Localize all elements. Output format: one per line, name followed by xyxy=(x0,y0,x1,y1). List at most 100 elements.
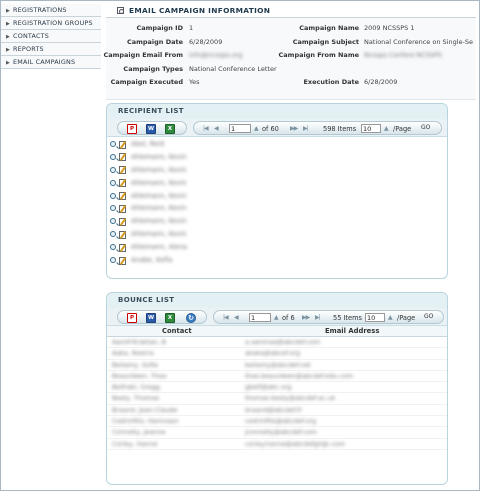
pdf-export-icon[interactable]: P xyxy=(127,124,137,134)
page-spinner-icon[interactable]: ▲ xyxy=(254,125,259,132)
view-icon[interactable] xyxy=(110,192,116,199)
recipient-list-panel: RECIPIENT LIST P W X |◀ ◀ 1 ▲ of 60 ▶▶ ▶… xyxy=(106,103,448,279)
prev-page-icon[interactable]: ◀ xyxy=(234,314,239,321)
view-icon[interactable] xyxy=(110,231,116,238)
list-item: Ahlemann, Kevin xyxy=(107,164,447,177)
recipient-name: Ahlemann, Kevin xyxy=(131,152,187,161)
edit-icon[interactable] xyxy=(119,243,126,252)
first-page-icon[interactable]: |◀ xyxy=(223,314,229,321)
contact-cell: Braand, Jean-Claude xyxy=(112,405,178,414)
edit-icon[interactable] xyxy=(119,140,126,149)
page-size-spinner-icon[interactable]: ▲ xyxy=(384,125,389,132)
sidebar-item-registration-groups[interactable]: ▶ REGISTRATION GROUPS xyxy=(1,17,101,30)
first-page-icon[interactable]: |◀ xyxy=(203,125,209,132)
recipient-name: Ahlemann, Alena xyxy=(131,243,188,252)
campaign-subject-value: National Conference on Single-Se xyxy=(364,37,473,46)
contact-cell: Cedrinfilis, Hamnaan xyxy=(112,417,179,426)
excel-export-icon[interactable]: X xyxy=(165,124,175,134)
page-number-input[interactable]: 1 xyxy=(249,313,271,322)
chevron-right-icon: ▶ xyxy=(6,21,11,27)
execution-date-label: Execution Date xyxy=(303,78,359,86)
chevron-right-icon: ▶ xyxy=(6,47,11,53)
pager: |◀ ◀ 1 ▲ of 60 ▶▶ ▶| 598 Items 10 ▲ /Pag… xyxy=(193,121,442,135)
page-size-input[interactable]: 10 xyxy=(361,124,381,133)
list-item: Anabe, Kofia xyxy=(107,254,447,267)
view-icon[interactable] xyxy=(110,179,116,186)
sidebar-item-label: EMAIL CAMPAIGNS xyxy=(13,58,76,66)
export-group: P W X ↻ xyxy=(117,310,207,324)
campaign-id-label: Campaign ID xyxy=(136,24,183,32)
sidebar-item-contacts[interactable]: ▶ CONTACTS xyxy=(1,30,101,43)
page-size-spinner-icon[interactable]: ▲ xyxy=(388,314,393,321)
next-page-icon[interactable]: ▶▶ xyxy=(302,314,310,321)
pdf-export-icon[interactable]: P xyxy=(127,313,137,323)
edit-icon[interactable] xyxy=(119,256,126,265)
prev-page-icon[interactable]: ◀ xyxy=(214,125,219,132)
sidebar-item-label: REGISTRATIONS xyxy=(13,6,67,14)
sidebar-item-registrations[interactable]: ▶ REGISTRATIONS xyxy=(1,4,101,17)
go-button[interactable]: GO xyxy=(418,123,433,133)
table-row: Beaurdeen, Thao thao.beaurdeen@abcdef.edu… xyxy=(107,371,447,383)
recipient-name: Ahlemann, Kevin xyxy=(131,178,187,187)
view-icon[interactable] xyxy=(110,166,116,173)
bounce-rows: Aarolf-Kraktan, B a.aaronaa@abcdef.com Aa… xyxy=(107,337,447,450)
campaign-executed-label: Campaign Executed xyxy=(110,78,183,86)
edit-icon[interactable] xyxy=(119,179,126,188)
sidebar-item-label: REPORTS xyxy=(13,45,44,53)
info-row: Campaign Date 6/28/2009 Campaign Subject… xyxy=(106,36,476,50)
recipient-rows: Abel, Reid Ahlemann, Kevin Ahlemann, Kev… xyxy=(107,137,447,267)
recipient-name: Abel, Reid xyxy=(131,140,165,148)
recipient-list-title: RECIPIENT LIST xyxy=(107,104,447,119)
sidebar-item-reports[interactable]: ▶ REPORTS xyxy=(1,43,101,56)
excel-export-icon[interactable]: X xyxy=(165,313,175,323)
edit-icon[interactable] xyxy=(119,192,126,201)
recipient-name: Ahlemann, Kevin xyxy=(131,230,187,239)
last-page-icon[interactable]: ▶| xyxy=(303,125,309,132)
edit-icon[interactable] xyxy=(119,217,126,226)
recipient-name: Ahlemann, Kevin xyxy=(131,204,187,213)
contact-cell: Aarolf-Kraktan, B xyxy=(112,338,167,346)
edit-icon[interactable] xyxy=(119,204,126,213)
word-export-icon[interactable]: W xyxy=(146,313,156,323)
recipient-list-toolbar: P W X |◀ ◀ 1 ▲ of 60 ▶▶ ▶| 598 Items 10 … xyxy=(107,119,447,137)
go-button[interactable]: GO xyxy=(421,312,436,322)
last-page-icon[interactable]: ▶| xyxy=(315,314,321,321)
refresh-icon[interactable]: ↻ xyxy=(186,313,196,323)
view-icon[interactable] xyxy=(110,205,116,212)
main-content: EMAIL CAMPAIGN INFORMATION Campaign ID 1… xyxy=(103,4,476,485)
campaign-from-name-value: Ncssps Confere NCSSPS xyxy=(364,51,443,59)
page-number-input[interactable]: 1 xyxy=(229,124,251,133)
view-icon[interactable] xyxy=(110,141,116,147)
column-header-contact[interactable]: Contact xyxy=(162,326,192,337)
edit-icon[interactable] xyxy=(119,230,126,239)
edit-icon[interactable] xyxy=(119,166,126,175)
next-page-icon[interactable]: ▶▶ xyxy=(290,125,298,132)
info-row: Campaign ID 1 Campaign Name 2009 NCSSPS … xyxy=(106,22,476,36)
column-header-email[interactable]: Email Address xyxy=(325,326,379,337)
edit-icon[interactable] xyxy=(119,153,126,162)
list-item: Ahlemann, Alena xyxy=(107,241,447,254)
table-row: Bellamy, Sofia bellamy@abcdef.net xyxy=(107,360,447,371)
page-size-input[interactable]: 10 xyxy=(365,313,385,322)
view-icon[interactable] xyxy=(110,153,116,160)
table-row: Aarolf-Kraktan, B a.aaronaa@abcdef.com xyxy=(107,337,447,349)
page-spinner-icon[interactable]: ▲ xyxy=(274,314,279,321)
contact-cell: Connelly, Jeanne xyxy=(112,428,166,437)
sidebar-item-email-campaigns[interactable]: ▶ EMAIL CAMPAIGNS xyxy=(1,56,101,69)
campaign-name-label: Campaign Name xyxy=(299,24,359,32)
sidebar: ▶ REGISTRATIONS ▶ REGISTRATION GROUPS ▶ CON… xyxy=(1,4,101,69)
campaign-executed-value: Yes xyxy=(189,78,200,86)
recipient-name: Ahlemann, Kevin xyxy=(131,191,187,200)
email-cell: gbelf@abc.org xyxy=(245,383,292,392)
email-cell: braand@abcdef.fr xyxy=(245,405,303,414)
view-icon[interactable] xyxy=(110,244,116,251)
word-export-icon[interactable]: W xyxy=(146,124,156,134)
list-item: Ahlemann, Kevin xyxy=(107,190,447,203)
view-icon[interactable] xyxy=(110,218,116,225)
page-count: of 6 xyxy=(282,314,295,322)
table-row: Cedrinfilis, Hamnaan cedrinfilis@abcdef.o… xyxy=(107,416,447,428)
list-item: Abel, Reid xyxy=(107,138,447,151)
campaign-subject-label: Campaign Subject xyxy=(292,37,359,46)
sidebar-item-label: REGISTRATION GROUPS xyxy=(13,19,93,27)
view-icon[interactable] xyxy=(110,257,116,264)
